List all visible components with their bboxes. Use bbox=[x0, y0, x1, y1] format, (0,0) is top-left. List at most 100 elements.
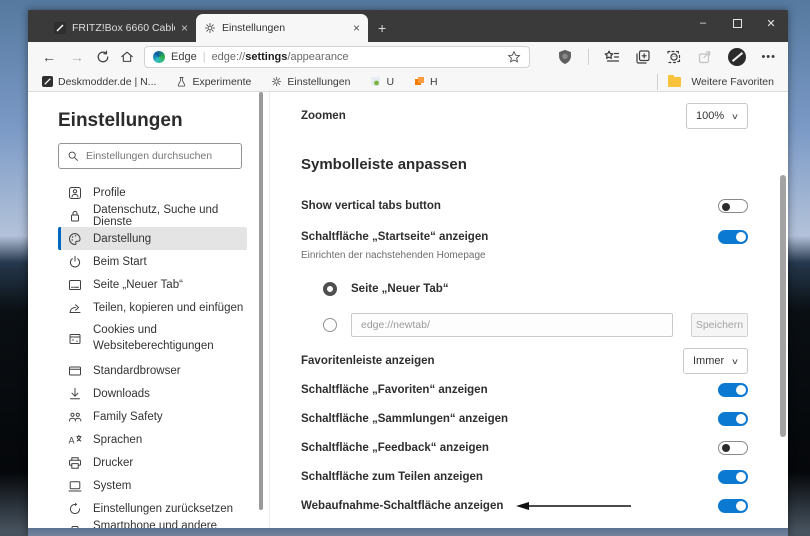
sidebar-item-cookies[interactable]: Cookies und Websiteberechtigungen bbox=[58, 319, 247, 359]
sidebar-item-label: Teilen, kopieren und einfügen bbox=[93, 301, 244, 314]
sidebar-item-label: Drucker bbox=[93, 456, 134, 469]
url-text: edge://settings/appearance bbox=[211, 51, 349, 63]
chevron-down-icon: ∨ bbox=[730, 111, 740, 121]
setting-label: Show vertical tabs button bbox=[301, 200, 441, 212]
sidebar-item-sprachen[interactable]: A Sprachen bbox=[58, 428, 247, 451]
favorite-experimente[interactable]: Experimente bbox=[176, 76, 251, 88]
sidebar-item-label: Beim Start bbox=[93, 255, 147, 268]
search-icon bbox=[68, 151, 78, 161]
svg-text:A: A bbox=[69, 435, 75, 445]
setting-label: Schaltfläche „Favoriten“ anzeigen bbox=[301, 383, 488, 396]
main-scrollbar[interactable] bbox=[780, 175, 786, 437]
profile-avatar[interactable] bbox=[728, 48, 747, 66]
collections-icon[interactable] bbox=[635, 49, 651, 65]
home-icon[interactable] bbox=[120, 50, 134, 64]
browser-window: FRITZ!Box 6660 Cable mit neuen × Einstel… bbox=[28, 10, 788, 536]
u-favicon bbox=[371, 77, 381, 86]
favbar-value: Immer bbox=[692, 355, 725, 367]
sidebar-item-teilen[interactable]: Teilen, kopieren und einfügen bbox=[58, 296, 247, 319]
back-button[interactable]: ← bbox=[40, 49, 58, 65]
reset-icon bbox=[68, 502, 82, 516]
deskmodder-favicon bbox=[42, 76, 53, 87]
vertical-tabs-toggle[interactable] bbox=[718, 199, 748, 213]
favorite-einstellungen[interactable]: Einstellungen bbox=[271, 76, 350, 88]
sidebar-item-label: Darstellung bbox=[93, 232, 152, 245]
sidebar-item-standardbrowser[interactable]: Standardbrowser bbox=[58, 359, 247, 382]
close-button[interactable]: ✕ bbox=[754, 10, 788, 36]
feedback-toggle[interactable] bbox=[718, 440, 748, 455]
section-title: Symbolleiste anpassen bbox=[301, 156, 467, 173]
webcapture-row: Webaufnahme-Schaltfläche anzeigen bbox=[301, 491, 748, 520]
favorites-bar: Deskmodder.de | N... Experimente Einstel… bbox=[28, 72, 788, 92]
webcapture-toggle[interactable] bbox=[718, 498, 748, 513]
settings-page: Einstellungen Einstellungen durchsuchen … bbox=[28, 92, 788, 528]
collections-toggle[interactable] bbox=[718, 411, 748, 426]
forward-button[interactable]: → bbox=[68, 49, 86, 65]
address-bar[interactable]: Edge | edge://settings/appearance bbox=[144, 46, 530, 68]
favorite-label: H bbox=[430, 75, 438, 88]
sidebar-item-neuer-tab[interactable]: Seite „Neuer Tab“ bbox=[58, 273, 247, 296]
sidebar-item-downloads[interactable]: Downloads bbox=[58, 382, 247, 405]
favorite-deskmodder[interactable]: Deskmodder.de | N... bbox=[42, 76, 156, 88]
sidebar-item-label: Standardbrowser bbox=[93, 364, 181, 377]
sidebar-item-datenschutz[interactable]: Datenschutz, Suche und Dienste bbox=[58, 204, 247, 228]
sidebar-item-label: Sprachen bbox=[93, 433, 143, 446]
new-tab-button[interactable]: + bbox=[378, 20, 386, 36]
ublock-extension-icon[interactable] bbox=[557, 49, 573, 65]
sidebar-item-zuruecksetzen[interactable]: Einstellungen zurücksetzen bbox=[58, 497, 247, 520]
sidebar-item-family-safety[interactable]: Family Safety bbox=[58, 405, 247, 428]
favorites-row: Schaltfläche „Favoriten“ anzeigen bbox=[301, 375, 748, 404]
tab-einstellungen[interactable]: Einstellungen × bbox=[196, 14, 368, 42]
sidebar-item-profile[interactable]: Profile bbox=[58, 181, 247, 204]
sidebar-item-label: Seite „Neuer Tab“ bbox=[93, 278, 183, 291]
browser-window-icon bbox=[68, 364, 82, 378]
web-capture-icon[interactable] bbox=[666, 49, 682, 65]
tab-title: Einstellungen bbox=[222, 22, 286, 34]
favorite-h[interactable]: H bbox=[414, 76, 438, 88]
favorite-star-icon[interactable] bbox=[507, 50, 521, 64]
more-menu-icon[interactable]: ••• bbox=[761, 51, 776, 63]
palette-icon bbox=[68, 232, 82, 246]
zoom-dropdown[interactable]: 100% ∨ bbox=[686, 103, 748, 129]
tab-fritzbox[interactable]: FRITZ!Box 6660 Cable mit neuen × bbox=[46, 14, 196, 42]
search-input[interactable]: Einstellungen durchsuchen bbox=[58, 143, 242, 169]
sidebar-item-darstellung[interactable]: Darstellung bbox=[58, 227, 247, 250]
share-toggle[interactable] bbox=[718, 469, 748, 484]
tab-close-icon[interactable]: × bbox=[181, 21, 188, 35]
favorite-u[interactable]: U bbox=[370, 76, 394, 88]
radio-unselected[interactable] bbox=[323, 318, 337, 332]
favorites-bar-icon[interactable] bbox=[604, 49, 620, 65]
power-icon bbox=[68, 255, 82, 269]
maximize-button[interactable] bbox=[720, 10, 754, 36]
sidebar-item-system[interactable]: System bbox=[58, 474, 247, 497]
sidebar-item-label: Smartphone und andere Geräte bbox=[93, 519, 218, 529]
favbar-dropdown[interactable]: Immer ∨ bbox=[682, 348, 748, 374]
home-button-toggle[interactable] bbox=[718, 230, 748, 244]
favorites-toggle[interactable] bbox=[718, 382, 748, 397]
zoom-label: Zoomen bbox=[301, 110, 346, 122]
toolbar-icons: ••• bbox=[557, 48, 776, 66]
sidebar-item-label: Downloads bbox=[93, 387, 150, 400]
minimize-button[interactable]: – bbox=[686, 10, 720, 36]
browser-toolbar: ← → Edge | edge://settings/appearance ••… bbox=[28, 42, 788, 72]
refresh-icon[interactable] bbox=[96, 50, 110, 64]
favbar-row: Favoritenleiste anzeigen Immer ∨ bbox=[301, 347, 748, 375]
homepage-url-input[interactable]: edge://newtab/ bbox=[351, 313, 673, 337]
more-favorites[interactable]: Weitere Favoriten bbox=[657, 73, 774, 90]
sidebar-item-smartphone[interactable]: Smartphone und andere Geräte bbox=[58, 520, 247, 528]
zoom-row: Zoomen 100% ∨ bbox=[301, 102, 748, 130]
sidebar-item-label: Family Safety bbox=[93, 410, 163, 423]
tab-title: FRITZ!Box 6660 Cable mit neuen bbox=[72, 22, 175, 34]
annotation-arrow bbox=[516, 501, 632, 510]
h-favicon bbox=[415, 77, 425, 85]
sidebar-scrollbar[interactable] bbox=[259, 92, 263, 510]
save-button[interactable]: Speichern bbox=[690, 313, 748, 337]
tab-close-icon[interactable]: × bbox=[353, 21, 360, 35]
lock-icon bbox=[68, 209, 82, 223]
setting-label: Webaufnahme-Schaltfläche anzeigen bbox=[301, 499, 504, 512]
sidebar-item-drucker[interactable]: Drucker bbox=[58, 451, 247, 474]
radio-selected[interactable] bbox=[323, 282, 337, 296]
webcapture-label-group: Webaufnahme-Schaltfläche anzeigen bbox=[301, 500, 632, 512]
sidebar-item-beim-start[interactable]: Beim Start bbox=[58, 250, 247, 273]
share-icon[interactable] bbox=[697, 49, 713, 65]
